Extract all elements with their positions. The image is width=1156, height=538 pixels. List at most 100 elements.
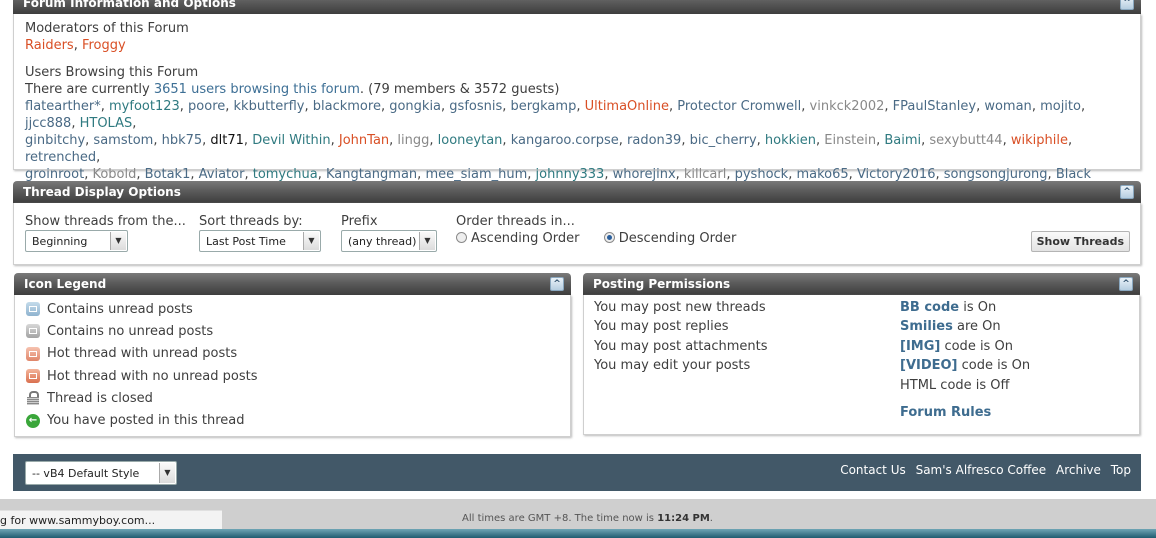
contact-us-link[interactable]: Contact Us [840,463,906,477]
posting-permissions-block: Posting Permissions ^ You may post new t… [583,273,1140,435]
user-link[interactable]: Devil Within [252,133,330,148]
prefix-group: Prefix (any thread) ▼ [341,213,437,252]
smilies-link[interactable]: Smilies [900,319,953,334]
user-link[interactable]: Protector Cromwell [677,99,801,114]
moderator-link[interactable]: Froggy [82,38,126,53]
user-link[interactable]: JohnTan [339,133,389,148]
user-link[interactable]: bergkamp [511,99,577,114]
forum-rules-link[interactable]: Forum Rules [900,403,1030,422]
thread-display-title: Thread Display Options [23,185,181,199]
posting-permissions-header: Posting Permissions ^ [583,273,1140,295]
user-link[interactable]: Kobold [92,167,136,182]
user-link[interactable]: gsfosnis [449,99,502,114]
show-threads-button[interactable]: Show Threads [1030,231,1130,252]
user-link[interactable]: mojito [1040,99,1081,114]
user-link[interactable]: tomychua [253,167,318,182]
posting-permissions-title: Posting Permissions [593,277,731,291]
user-link[interactable]: Einstein [824,133,876,148]
browsing-users-link[interactable]: 3651 users browsing this forum [154,82,360,97]
user-link[interactable]: vinkck2002 [810,99,885,114]
user-link[interactable]: bic_cherry [690,133,757,148]
user-link[interactable]: kkbutterfly [234,99,305,114]
ascending-radio[interactable]: Ascending Order [456,231,579,246]
user-link[interactable]: jjcc888 [25,116,71,131]
user-link[interactable]: lingg [397,133,429,148]
user-link[interactable]: Botak1 [145,167,191,182]
collapse-icon[interactable]: ^ [1120,185,1134,199]
prefix-select[interactable]: (any thread) ▼ [341,230,437,252]
user-link[interactable]: groinroot [25,167,84,182]
code-status: BB code is On [900,300,997,315]
loading-status: g for www.sammyboy.com... [0,510,222,529]
order-label: Order threads in... [456,214,575,229]
moderators-heading: Moderators of this Forum [25,21,189,36]
user-link[interactable]: dlt71 [210,133,244,148]
user-link[interactable]: Baimi [884,133,921,148]
user-link[interactable]: johnny333 [536,167,605,182]
taskbar [0,529,1156,538]
user-link[interactable]: Victory2016 [857,167,936,182]
user-link[interactable]: HTOLAS [80,116,133,131]
users-line: ginbitchy, samstom, hbk75, dlt71, Devil … [25,133,1073,165]
user-link[interactable]: retrenched [25,150,96,165]
radio-selected-icon [603,232,615,243]
show-from-select[interactable]: Beginning ▼ [25,230,128,252]
legend-item: ← You have posted in this thread [26,409,559,431]
forum-info-body: Moderators of this Forum Raiders, Froggy… [13,14,1141,216]
time-info: All times are GMT +8. The time now is 11… [462,513,713,524]
legend-item: Thread is closed [26,387,559,409]
user-link[interactable]: mee_siam_hum [425,167,527,182]
prefix-label: Prefix [341,214,378,229]
browsing-summary: There are currently 3651 users browsing … [25,82,560,97]
user-link[interactable]: FPaulStanley [893,99,976,114]
user-link[interactable]: hbk75 [162,133,203,148]
user-link[interactable]: woman [984,99,1031,114]
user-link[interactable]: samstom [93,133,153,148]
browser-status-bar: g for www.sammyboy.com... All times are … [0,499,1156,529]
permission-rule: You may post new threads [594,300,766,315]
user-link[interactable]: pyshock [735,167,789,182]
archive-link[interactable]: Archive [1056,463,1101,477]
alfresco-coffee-link[interactable]: Sam's Alfresco Coffee [916,463,1047,477]
hot-thread-read-icon [26,369,40,384]
legend-item: Hot thread with unread posts [26,343,559,365]
user-link[interactable]: songsongjurong [944,167,1048,182]
video-code-link[interactable]: [VIDEO] [900,358,958,373]
user-link[interactable]: hokkien [765,133,816,148]
user-link[interactable]: flatearther* [25,99,101,114]
user-link[interactable]: kangaroo.corpse [511,133,619,148]
collapse-icon[interactable]: ^ [1120,0,1134,10]
forum-info-block: Forum Information and Options ^ Moderato… [13,0,1141,216]
user-link[interactable]: sexybutt44 [929,133,1002,148]
user-link[interactable]: Kangtangman [326,167,417,182]
collapse-icon[interactable]: ^ [1119,277,1133,291]
style-select[interactable]: -- vB4 Default Style ▼ [25,461,177,485]
bb-code-link[interactable]: BB code [900,300,959,315]
icon-legend-header: Icon Legend ^ [14,273,571,295]
sort-by-select[interactable]: Last Post Time ▼ [199,230,321,252]
permission-rule: You may post attachments [594,338,768,354]
user-link[interactable]: wikiphile [1011,133,1068,148]
top-link[interactable]: Top [1111,463,1131,477]
user-link[interactable]: myfoot123 [109,99,180,114]
moderators-list: Raiders, Froggy [25,38,126,53]
user-link[interactable]: poore [188,99,225,114]
collapse-icon[interactable]: ^ [550,277,564,291]
user-link[interactable]: blackmore [313,99,381,114]
user-link[interactable]: radon39 [627,133,681,148]
user-link[interactable]: mako65 [796,167,848,182]
thread-display-header: Thread Display Options ^ [13,181,1141,203]
user-link[interactable]: Aviator [199,167,245,182]
moderator-link[interactable]: Raiders [25,38,74,53]
descending-radio[interactable]: Descending Order [603,231,736,246]
user-link[interactable]: gongkia [389,99,441,114]
user-link[interactable]: ginbitchy [25,133,85,148]
html-code-status: HTML code is Off [900,377,1010,393]
user-link[interactable]: killcarl [684,167,726,182]
footer-links: Contact Us Sam's Alfresco Coffee Archive… [834,463,1131,477]
img-code-link[interactable]: [IMG] [900,339,940,354]
user-link[interactable]: looneytan [438,133,503,148]
user-link[interactable]: whorejinx [613,167,676,182]
chevron-down-icon: ▼ [110,232,126,250]
user-link[interactable]: UltimaOnline [585,99,669,114]
